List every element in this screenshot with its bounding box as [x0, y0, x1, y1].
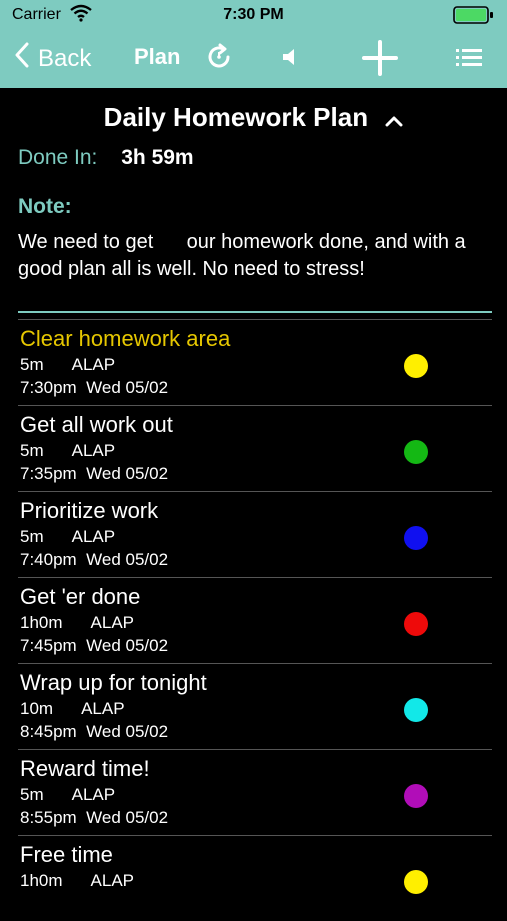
done-in-value: 3h 59m	[121, 146, 194, 169]
plan-detail: Daily Homework Plan Done In: 3h 59m Note…	[0, 88, 507, 900]
task-start-time: 7:30pm	[20, 378, 77, 397]
task-name: Free time	[20, 842, 113, 867]
task-duration: 5m	[20, 441, 44, 460]
plan-title-text: Daily Homework Plan	[103, 102, 369, 132]
task-list: Clear homework area 5m ALAP 7:30pm Wed 05/0…	[18, 319, 492, 921]
task-color-dot[interactable]	[404, 698, 428, 722]
plan-title[interactable]: Daily Homework Plan	[0, 102, 507, 135]
task-start-date: Wed 05/02	[86, 378, 169, 397]
task-color-dot[interactable]	[404, 354, 428, 378]
task-schedule-mode: ALAP	[71, 355, 116, 374]
task-row[interactable]: Reward time! 5m ALAP 8:55pm Wed 05/02	[18, 749, 492, 835]
task-duration: 5m	[20, 355, 44, 374]
task-row[interactable]: Free time 1h0m ALAP	[18, 835, 492, 921]
task-meta: 5m ALAP	[20, 441, 115, 461]
task-start-date: Wed 05/02	[86, 636, 169, 655]
task-color-dot[interactable]	[404, 784, 428, 808]
task-start: 7:35pm Wed 05/02	[20, 464, 168, 484]
task-schedule-mode: ALAP	[90, 613, 135, 632]
task-schedule-mode: ALAP	[71, 527, 116, 546]
navigation-bar: Back Plan	[0, 30, 507, 88]
task-start-date: Wed 05/02	[86, 550, 169, 569]
task-name: Wrap up for tonight	[20, 670, 207, 695]
task-duration: 5m	[20, 527, 44, 546]
task-color-dot[interactable]	[404, 870, 428, 894]
done-in-row: Done In: 3h 59m	[18, 146, 194, 170]
task-meta: 5m ALAP	[20, 527, 115, 547]
status-bar: Carrier 7:30 PM	[0, 0, 507, 30]
task-name: Reward time!	[20, 756, 150, 781]
task-name: Clear homework area	[20, 326, 231, 351]
task-row[interactable]: Prioritize work 5m ALAP 7:40pm Wed 05/02	[18, 491, 492, 577]
task-duration: 5m	[20, 785, 44, 804]
task-start	[20, 894, 29, 914]
divider	[18, 311, 492, 313]
task-duration: 1h0m	[20, 871, 63, 890]
back-label: Back	[38, 44, 92, 72]
task-meta: 10m ALAP	[20, 699, 125, 719]
task-meta: 1h0m ALAP	[20, 613, 134, 633]
task-start-date: Wed 05/02	[86, 808, 169, 827]
task-color-dot[interactable]	[404, 440, 428, 464]
task-name: Get all work out	[20, 412, 173, 437]
task-start-time: 7:40pm	[20, 550, 77, 569]
task-start-date: Wed 05/02	[86, 464, 169, 483]
task-start: 7:30pm Wed 05/02	[20, 378, 168, 398]
task-start-date: Wed 05/02	[86, 722, 169, 741]
task-color-dot[interactable]	[404, 612, 428, 636]
task-row[interactable]: Clear homework area 5m ALAP 7:30pm Wed 05/0…	[18, 319, 492, 405]
chevron-left-icon	[14, 42, 30, 75]
task-row[interactable]: Get all work out 5m ALAP 7:35pm Wed 05/02	[18, 405, 492, 491]
list-icon[interactable]	[455, 46, 483, 73]
task-meta: 1h0m ALAP	[20, 871, 134, 891]
task-start-time: 7:35pm	[20, 464, 77, 483]
task-name: Get 'er done	[20, 584, 141, 609]
task-name: Prioritize work	[20, 498, 159, 523]
task-meta: 5m ALAP	[20, 355, 115, 375]
task-schedule-mode: ALAP	[71, 441, 116, 460]
task-schedule-mode: ALAP	[71, 785, 116, 804]
task-start: 7:40pm Wed 05/02	[20, 550, 168, 570]
chevron-up-icon[interactable]	[385, 104, 403, 135]
refresh-icon[interactable]	[204, 42, 234, 77]
task-schedule-mode: ALAP	[81, 699, 125, 718]
nav-title: Plan	[134, 44, 181, 69]
note-text: We need to get our homework done, and wi…	[18, 231, 472, 280]
task-color-dot[interactable]	[404, 526, 428, 550]
task-duration: 1h0m	[20, 613, 63, 632]
speaker-icon[interactable]	[280, 45, 304, 74]
task-duration: 10m	[20, 699, 54, 718]
task-start: 7:45pm Wed 05/02	[20, 636, 168, 656]
task-row[interactable]: Wrap up for tonight 10m ALAP 8:45pm Wed 05/…	[18, 663, 492, 749]
task-start-time: 8:45pm	[20, 722, 77, 741]
task-start-time: 8:55pm	[20, 808, 77, 827]
task-start: 8:55pm Wed 05/02	[20, 808, 168, 828]
task-row[interactable]: Get 'er done 1h0m ALAP 7:45pm Wed 05/02	[18, 577, 492, 663]
task-start: 8:45pm Wed 05/02	[20, 722, 168, 742]
task-meta: 5m ALAP	[20, 785, 115, 805]
task-schedule-mode: ALAP	[90, 871, 135, 890]
plus-icon[interactable]	[361, 39, 399, 82]
done-in-label: Done In:	[18, 146, 98, 169]
battery-icon	[453, 6, 495, 24]
note-label: Note:	[18, 195, 72, 218]
task-start-time: 7:45pm	[20, 636, 77, 655]
back-button[interactable]: Back	[14, 42, 91, 75]
clock-time: 7:30 PM	[223, 6, 284, 23]
